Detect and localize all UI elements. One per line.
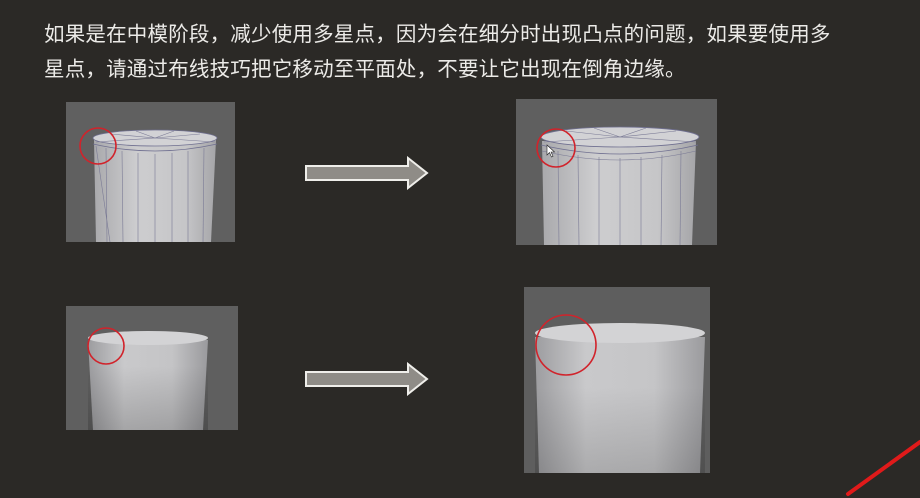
caption-line-2: 星点，请通过布线技巧把它移动至平面处，不要让它出现在倒角边缘。	[44, 57, 686, 81]
wireframe-after-image	[516, 99, 717, 245]
wireframe-before-image	[66, 102, 235, 242]
slide-caption: 如果是在中模阶段，减少使用多星点，因为会在细分时出现凸点的问题，如果要使用多 星…	[44, 17, 918, 87]
right-arrow-icon	[304, 361, 430, 397]
caption-line-1: 如果是在中模阶段，减少使用多星点，因为会在细分时出现凸点的问题，如果要使用多	[44, 22, 831, 46]
smooth-before-image	[66, 306, 238, 430]
red-pen-stroke	[840, 428, 920, 498]
right-arrow-icon	[304, 155, 430, 191]
slide: 如果是在中模阶段，减少使用多星点，因为会在细分时出现凸点的问题，如果要使用多 星…	[0, 0, 920, 498]
smooth-after-image	[524, 287, 710, 473]
